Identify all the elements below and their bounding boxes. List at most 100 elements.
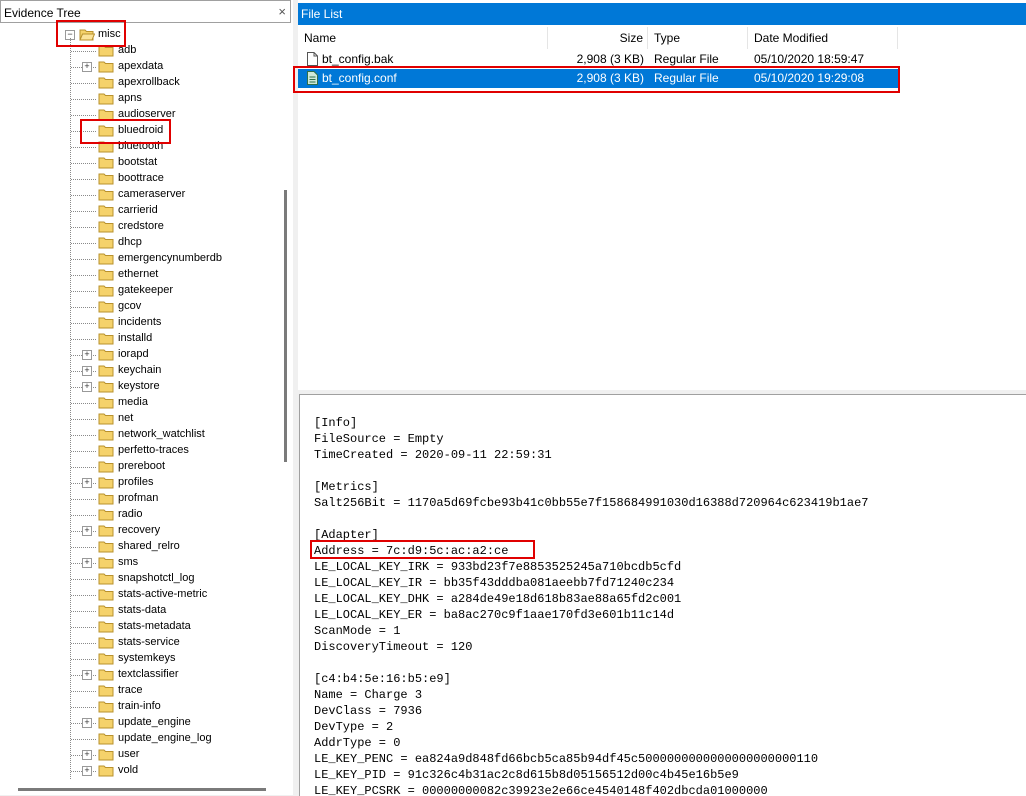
- expand-icon[interactable]: +: [82, 350, 92, 360]
- tree-node[interactable]: installd: [0, 331, 270, 347]
- column-header-type[interactable]: Type: [648, 27, 748, 49]
- tree-node[interactable]: + profiles: [0, 475, 270, 491]
- tree-label: radio: [118, 508, 143, 520]
- tree-node[interactable]: + apexdata: [0, 59, 270, 75]
- expand-icon[interactable]: +: [82, 766, 92, 776]
- folder-icon: [98, 397, 114, 409]
- tree-node[interactable]: gcov: [0, 299, 270, 315]
- expand-icon[interactable]: +: [82, 382, 92, 392]
- tree-node[interactable]: net: [0, 411, 270, 427]
- tree-node[interactable]: cameraserver: [0, 187, 270, 203]
- tree-node[interactable]: gatekeeper: [0, 283, 270, 299]
- folder-icon: [98, 173, 114, 185]
- expand-icon[interactable]: +: [82, 718, 92, 728]
- tree-branch-line: [71, 339, 96, 340]
- column-header-date-modified[interactable]: Date Modified: [748, 27, 898, 49]
- tree-label: ethernet: [118, 268, 159, 280]
- folder-icon: [98, 301, 114, 313]
- content-line: Salt256Bit = 1170a5d69fcbe93b41c0bb55e7f…: [314, 496, 869, 510]
- tree-node[interactable]: + textclassifier: [0, 667, 270, 683]
- tree-node[interactable]: update_engine_log: [0, 731, 270, 747]
- tree-node[interactable]: apns: [0, 91, 270, 107]
- tree-node[interactable]: + recovery: [0, 523, 270, 539]
- tree-node[interactable]: snapshotctl_log: [0, 571, 270, 587]
- tree-vertical-scrollbar[interactable]: [284, 190, 287, 462]
- folder-icon: [98, 221, 114, 233]
- tree-node[interactable]: shared_relro: [0, 539, 270, 555]
- file-icon: [307, 52, 318, 66]
- expand-icon[interactable]: +: [82, 526, 92, 536]
- tree-node[interactable]: + vold: [0, 763, 270, 779]
- tree-branch-line: [71, 611, 96, 612]
- tree-node[interactable]: incidents: [0, 315, 270, 331]
- content-line: TimeCreated = 2020-09-11 22:59:31: [314, 448, 552, 462]
- folder-icon: [98, 445, 114, 457]
- tree-label: network_watchlist: [118, 428, 205, 440]
- tree-node[interactable]: apexrollback: [0, 75, 270, 91]
- folder-icon: [98, 349, 114, 361]
- expand-icon[interactable]: +: [82, 558, 92, 568]
- close-icon[interactable]: ×: [278, 4, 286, 19]
- expand-icon[interactable]: +: [82, 750, 92, 760]
- tree-label: carrierid: [118, 204, 158, 216]
- tree-label: stats-data: [118, 604, 167, 616]
- folder-icon: [98, 269, 114, 281]
- tree-node[interactable]: prereboot: [0, 459, 270, 475]
- content-line: ScanMode = 1: [314, 624, 401, 638]
- tree-node[interactable]: bootstat: [0, 155, 270, 171]
- tree-node[interactable]: stats-active-metric: [0, 587, 270, 603]
- tree-node[interactable]: dhcp: [0, 235, 270, 251]
- tree-horizontal-scrollbar[interactable]: [18, 788, 266, 791]
- expand-icon[interactable]: +: [82, 670, 92, 680]
- tree-node[interactable]: stats-data: [0, 603, 270, 619]
- tree-node[interactable]: radio: [0, 507, 270, 523]
- expand-icon[interactable]: +: [82, 478, 92, 488]
- tree-node[interactable]: + keystore: [0, 379, 270, 395]
- tree-node[interactable]: stats-metadata: [0, 619, 270, 635]
- tree-node[interactable]: stats-service: [0, 635, 270, 651]
- folder-icon: [98, 685, 114, 697]
- column-header-name[interactable]: Name: [298, 27, 548, 49]
- tree-branch-line: [71, 179, 96, 180]
- tree-node[interactable]: profman: [0, 491, 270, 507]
- expand-icon[interactable]: +: [82, 366, 92, 376]
- tree-branch-line: [71, 227, 96, 228]
- tree-branch-line: [71, 467, 96, 468]
- evidence-tree-title: Evidence Tree: [4, 6, 81, 20]
- tree-label: installd: [118, 332, 153, 344]
- tree-node[interactable]: systemkeys: [0, 651, 270, 667]
- expand-icon[interactable]: +: [82, 62, 92, 72]
- tree-label: incidents: [118, 316, 162, 328]
- tree-node[interactable]: + update_engine: [0, 715, 270, 731]
- content-line: LE_KEY_PCSRK = 00000000082c39923e2e66ce4…: [314, 784, 768, 796]
- tree-node[interactable]: + user: [0, 747, 270, 763]
- file-content-viewer[interactable]: LE_KEY_PCSRK = 00000000082c39923e2e66ce4…: [299, 394, 1026, 796]
- tree-label: train-info: [118, 700, 161, 712]
- folder-icon: [98, 61, 114, 73]
- tree-node[interactable]: ethernet: [0, 267, 270, 283]
- tree-node[interactable]: perfetto-traces: [0, 443, 270, 459]
- tree-node[interactable]: train-info: [0, 699, 270, 715]
- content-line: AddrType = 0: [314, 736, 401, 750]
- tree-label: keystore: [118, 380, 160, 392]
- tree-node[interactable]: + keychain: [0, 363, 270, 379]
- tree-node[interactable]: boottrace: [0, 171, 270, 187]
- tree-node[interactable]: media: [0, 395, 270, 411]
- tree-node[interactable]: network_watchlist: [0, 427, 270, 443]
- file-list-titlebar: File List: [298, 3, 1026, 25]
- file-list-panel: File List Name Size Type Date Modified b…: [293, 0, 1026, 390]
- folder-icon: [98, 77, 114, 89]
- tree-label: credstore: [118, 220, 164, 232]
- tree-node[interactable]: carrierid: [0, 203, 270, 219]
- tree-label: bootstat: [118, 156, 158, 168]
- folder-icon: [98, 461, 114, 473]
- tree-node[interactable]: credstore: [0, 219, 270, 235]
- tree-node[interactable]: + iorapd: [0, 347, 270, 363]
- tree-node[interactable]: emergencynumberdb: [0, 251, 270, 267]
- folder-icon: [98, 525, 114, 537]
- folder-icon: [98, 765, 114, 777]
- column-header-size[interactable]: Size: [548, 27, 648, 49]
- tree-node[interactable]: adb: [0, 43, 270, 59]
- tree-node[interactable]: trace: [0, 683, 270, 699]
- tree-node[interactable]: + sms: [0, 555, 270, 571]
